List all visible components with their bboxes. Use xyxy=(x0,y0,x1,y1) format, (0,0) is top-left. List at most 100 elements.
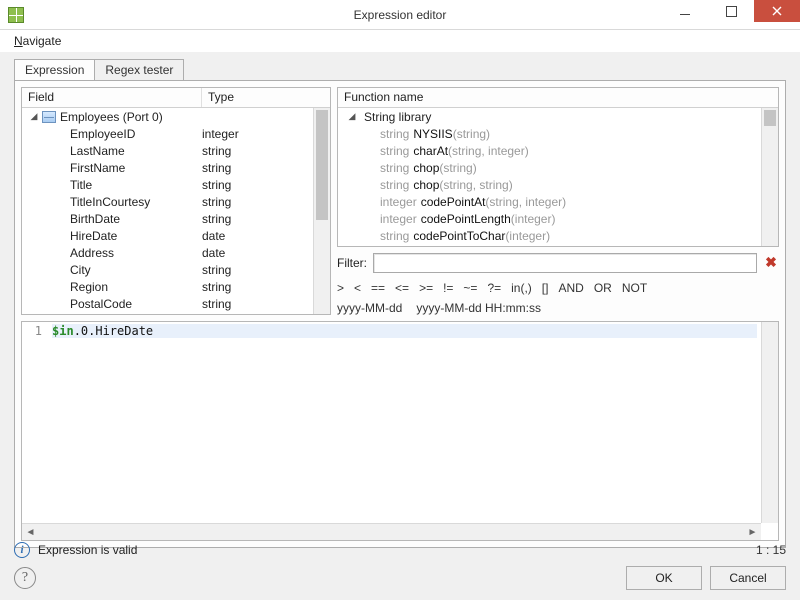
function-return-type: integer xyxy=(380,195,417,209)
collapse-icon[interactable]: ◢ xyxy=(28,111,40,123)
fields-scrollbar[interactable] xyxy=(313,108,330,314)
function-row[interactable]: integercodePointAt(string, integer) xyxy=(338,193,778,210)
filter-label: Filter: xyxy=(337,256,367,270)
function-library-row[interactable]: ◢ String library xyxy=(338,108,778,125)
field-row[interactable]: Titlestring xyxy=(22,176,330,193)
ok-button[interactable]: OK xyxy=(626,566,702,590)
field-type: string xyxy=(202,263,231,277)
functions-scrollbar[interactable] xyxy=(761,108,778,246)
editor-vscrollbar[interactable] xyxy=(761,322,778,523)
field-row[interactable]: Citystring xyxy=(22,261,330,278)
fields-root-row[interactable]: ◢ Employees (Port 0) xyxy=(22,108,330,125)
function-args: (string) xyxy=(453,127,490,141)
field-type: integer xyxy=(202,127,239,141)
functions-pane: Function name ◢ String library stringNYS… xyxy=(337,87,779,247)
field-row[interactable]: TitleInCourtesystring xyxy=(22,193,330,210)
field-row[interactable]: PostalCodestring xyxy=(22,295,330,312)
field-row[interactable]: Countrystring xyxy=(22,312,330,314)
filter-row: Filter: ✖ xyxy=(337,253,779,273)
filter-input[interactable] xyxy=(373,253,757,273)
field-row[interactable]: Regionstring xyxy=(22,278,330,295)
date-format-button[interactable]: yyyy-MM-dd HH:mm:ss xyxy=(416,301,541,315)
field-name: City xyxy=(70,263,202,277)
minimize-button[interactable] xyxy=(662,0,708,22)
function-name: chop xyxy=(413,161,439,175)
function-row[interactable]: stringNYSIIS(string) xyxy=(338,125,778,142)
editor-hscrollbar[interactable]: ◄ ► xyxy=(22,523,761,540)
function-row[interactable]: stringchop(string) xyxy=(338,159,778,176)
field-type: string xyxy=(202,195,231,209)
field-name: Country xyxy=(70,314,202,315)
close-button[interactable] xyxy=(754,0,800,22)
clear-filter-icon[interactable]: ✖ xyxy=(763,255,779,271)
scroll-left-icon[interactable]: ◄ xyxy=(22,524,39,541)
menubar: Navigate xyxy=(0,30,800,52)
field-name: BirthDate xyxy=(70,212,202,226)
field-name: Address xyxy=(70,246,202,260)
cancel-button[interactable]: Cancel xyxy=(710,566,786,590)
operator-button[interactable]: AND xyxy=(558,281,583,295)
field-name: TitleInCourtesy xyxy=(70,195,202,209)
field-type: string xyxy=(202,297,231,311)
field-type: string xyxy=(202,280,231,294)
date-format-button[interactable]: yyyy-MM-dd xyxy=(337,301,402,315)
functions-body[interactable]: ◢ String library stringNYSIIS(string)str… xyxy=(338,108,778,246)
function-args: (integer) xyxy=(505,229,550,243)
tab-panel-expression: Field Type ◢ Employees (Port 0) Employee… xyxy=(14,80,786,548)
collapse-icon[interactable]: ◢ xyxy=(346,111,358,123)
status-bar: i Expression is valid 1 : 15 xyxy=(14,542,786,558)
operator-button[interactable]: ~= xyxy=(463,281,477,295)
fields-root-label: Employees (Port 0) xyxy=(60,110,163,124)
field-name: LastName xyxy=(70,144,202,158)
field-type: string xyxy=(202,144,231,158)
fields-body[interactable]: ◢ Employees (Port 0) EmployeeIDintegerLa… xyxy=(22,108,330,314)
field-name: Region xyxy=(70,280,202,294)
menu-navigate[interactable]: Navigate xyxy=(8,32,67,50)
field-row[interactable]: HireDatedate xyxy=(22,227,330,244)
tab-regex-tester[interactable]: Regex tester xyxy=(94,59,184,80)
operator-button[interactable]: in(,) xyxy=(511,281,532,295)
functions-header-name[interactable]: Function name xyxy=(338,88,778,107)
fields-header-field[interactable]: Field xyxy=(22,88,202,107)
editor-code-area[interactable]: $in.0.HireDate xyxy=(48,322,761,523)
function-return-type: string xyxy=(380,178,409,192)
operator-button[interactable]: NOT xyxy=(622,281,647,295)
field-name: PostalCode xyxy=(70,297,202,311)
field-row[interactable]: FirstNamestring xyxy=(22,159,330,176)
dialog-buttons: ? OK Cancel xyxy=(14,566,786,590)
operator-button[interactable]: ?= xyxy=(487,281,501,295)
tab-expression[interactable]: Expression xyxy=(14,59,95,80)
function-return-type: string xyxy=(380,229,409,243)
function-row[interactable]: integercodePointLength(integer) xyxy=(338,210,778,227)
field-name: Title xyxy=(70,178,202,192)
maximize-button[interactable] xyxy=(708,0,754,22)
function-row[interactable]: stringcodePointToChar(integer) xyxy=(338,227,778,244)
help-icon[interactable]: ? xyxy=(14,567,36,589)
code-editor[interactable]: 1 $in.0.HireDate ◄ ► xyxy=(21,321,779,541)
function-return-type: integer xyxy=(380,212,417,226)
operator-button[interactable]: <= xyxy=(395,281,409,295)
operator-button[interactable]: == xyxy=(371,281,385,295)
field-row[interactable]: BirthDatestring xyxy=(22,210,330,227)
operator-button[interactable]: OR xyxy=(594,281,612,295)
content-area: Expression Regex tester Field Type ◢ Emp… xyxy=(0,52,800,600)
operator-button[interactable]: > xyxy=(337,281,344,295)
function-row[interactable]: stringchop(string, string) xyxy=(338,176,778,193)
field-type: string xyxy=(202,212,231,226)
field-row[interactable]: LastNamestring xyxy=(22,142,330,159)
scroll-right-icon[interactable]: ► xyxy=(744,524,761,541)
field-row[interactable]: Addressdate xyxy=(22,244,330,261)
fields-header-type[interactable]: Type xyxy=(202,88,330,107)
operator-button[interactable]: [] xyxy=(542,281,549,295)
field-type: date xyxy=(202,229,225,243)
function-args: (string) xyxy=(439,161,476,175)
operator-button[interactable]: < xyxy=(354,281,361,295)
operator-button[interactable]: >= xyxy=(419,281,433,295)
operator-button[interactable]: != xyxy=(443,281,453,295)
function-row[interactable]: stringcharAt(string, integer) xyxy=(338,142,778,159)
app-icon xyxy=(8,7,24,23)
field-row[interactable]: EmployeeIDinteger xyxy=(22,125,330,142)
function-library-label: String library xyxy=(364,110,431,124)
operator-palette: > < == <= >= != ~= ?= in(,) [] AND OR NOT xyxy=(337,281,779,295)
function-args: (string, integer) xyxy=(485,195,566,209)
